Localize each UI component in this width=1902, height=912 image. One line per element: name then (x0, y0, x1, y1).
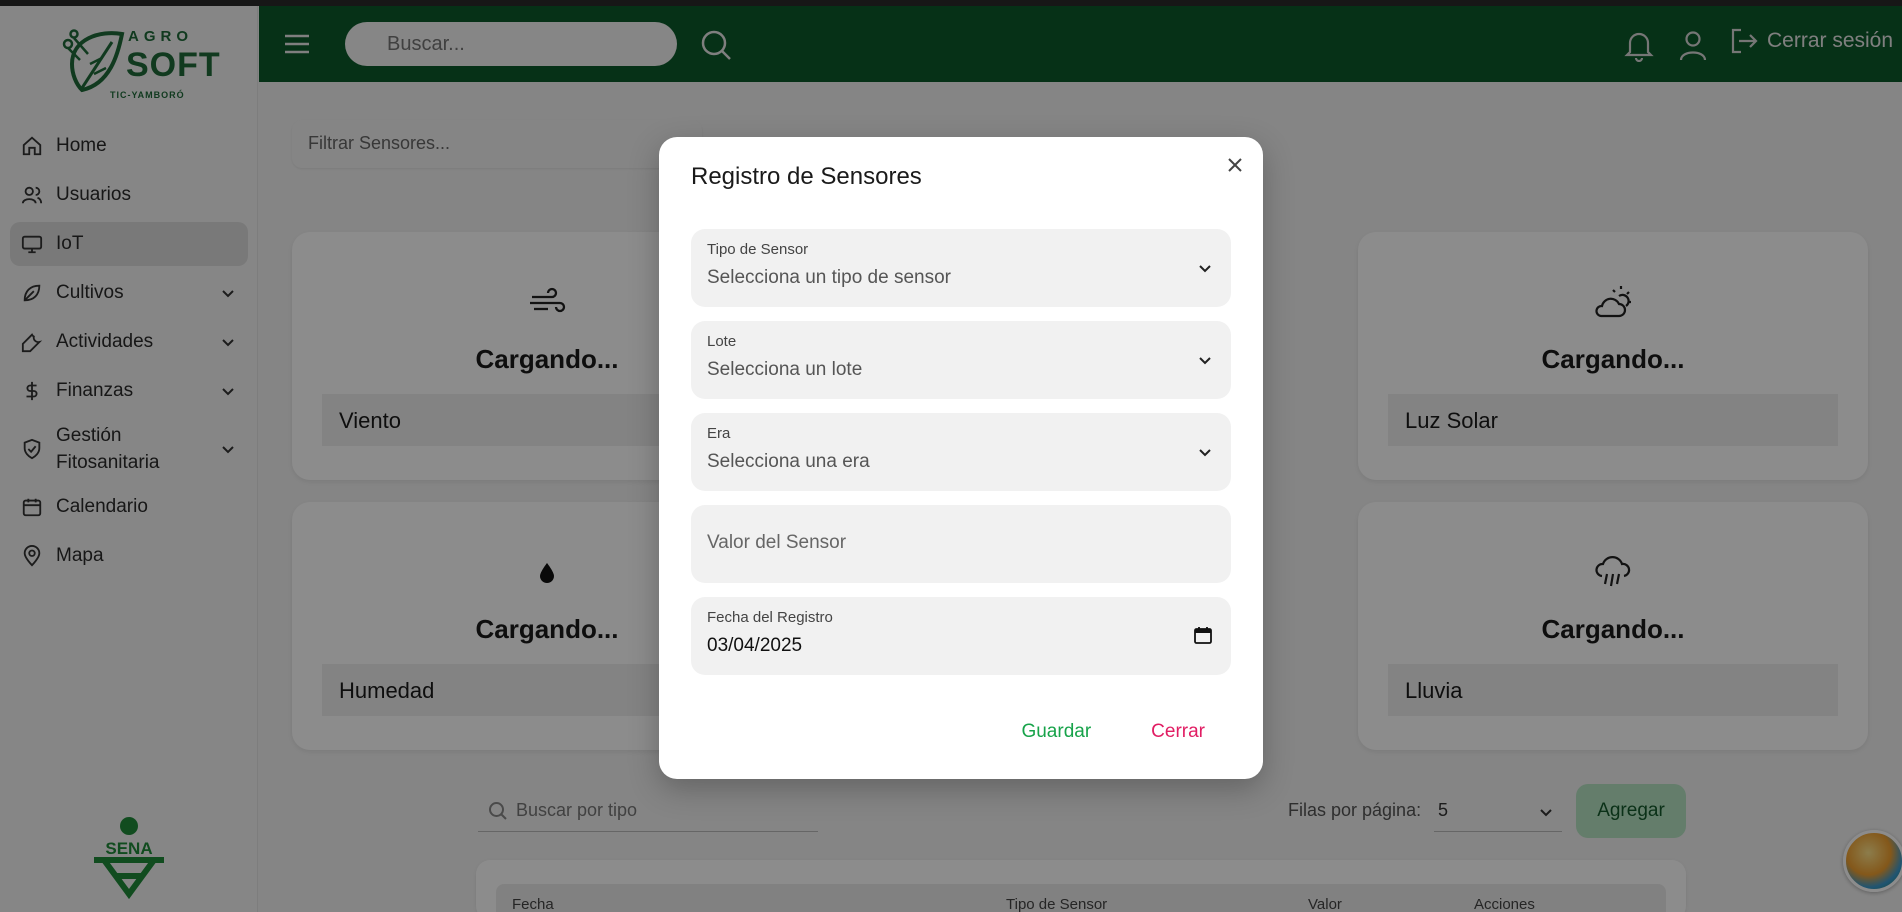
date-label: Fecha del Registro (707, 609, 833, 626)
date-input[interactable]: Fecha del Registro 03/04/2025 (691, 597, 1231, 675)
date-value: 03/04/2025 (707, 635, 803, 656)
modal-actions: Guardar Cerrar (1021, 721, 1205, 743)
lote-label: Lote (707, 333, 737, 350)
era-select[interactable]: Era Selecciona una era (691, 413, 1231, 491)
modal-title: Registro de Sensores (691, 163, 922, 190)
chevron-down-icon (1199, 357, 1211, 365)
sensor-type-value: Selecciona un tipo de sensor (707, 267, 951, 288)
era-label: Era (707, 425, 731, 442)
chevron-down-icon (1199, 265, 1211, 273)
lote-select[interactable]: Lote Selecciona un lote (691, 321, 1231, 399)
calendar-icon[interactable] (1193, 625, 1213, 645)
chevron-down-icon (1199, 449, 1211, 457)
sensor-value-placeholder: Valor del Sensor (707, 532, 847, 553)
lote-value: Selecciona un lote (707, 359, 863, 380)
sensor-registration-modal: Registro de Sensores Tipo de Sensor Sele… (659, 137, 1263, 779)
sensor-type-label: Tipo de Sensor (707, 241, 809, 258)
sensor-type-select[interactable]: Tipo de Sensor Selecciona un tipo de sen… (691, 229, 1231, 307)
era-value: Selecciona una era (707, 451, 870, 472)
save-button[interactable]: Guardar (1021, 721, 1091, 743)
sensor-value-input[interactable]: Valor del Sensor (691, 505, 1231, 583)
close-icon[interactable] (1223, 153, 1247, 177)
cancel-button[interactable]: Cerrar (1151, 721, 1205, 743)
